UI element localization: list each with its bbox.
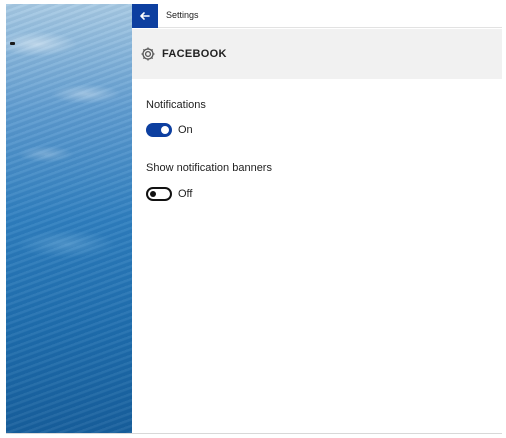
banners-toggle[interactable] — [146, 187, 172, 201]
page-title: FACEBOOK — [162, 48, 227, 60]
banners-label: Show notification banners — [146, 162, 272, 174]
back-button[interactable] — [132, 4, 158, 28]
toggle-knob — [150, 191, 156, 197]
wallpaper-speck — [10, 42, 15, 45]
screen-frame: Settings FACEBOOK Notifications On Show … — [6, 4, 502, 434]
window-title: Settings — [166, 10, 199, 20]
settings-window: Settings FACEBOOK Notifications On Show … — [132, 4, 502, 434]
notifications-toggle[interactable] — [146, 123, 172, 137]
notifications-label: Notifications — [146, 99, 206, 111]
title-bar: Settings — [132, 4, 502, 28]
notifications-state: On — [178, 124, 193, 136]
banners-state: Off — [178, 188, 193, 200]
gear-icon — [141, 47, 155, 61]
desktop-wallpaper — [6, 4, 132, 434]
frame-bottom-border — [6, 433, 502, 434]
page-header: FACEBOOK — [132, 29, 502, 79]
toggle-knob — [161, 126, 169, 134]
back-arrow-icon — [140, 12, 150, 20]
